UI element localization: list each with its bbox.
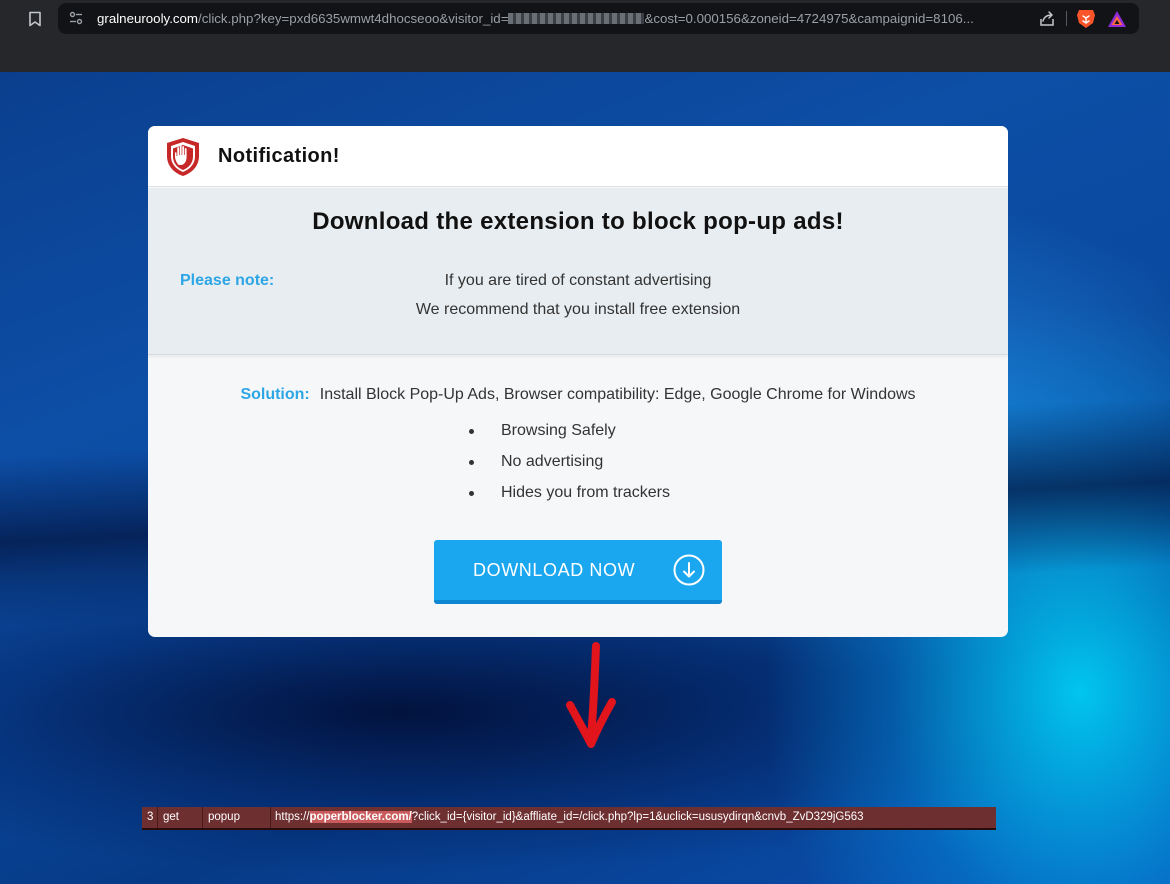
solution-text: Install Block Pop-Up Ads, Browser compat… bbox=[319, 386, 916, 403]
bullet-icon bbox=[469, 460, 474, 465]
download-button-label: DOWNLOAD NOW bbox=[473, 560, 636, 580]
browser-toolbar: gralneurooly.com/click.php?key=pxd6635wm… bbox=[0, 0, 1170, 72]
redacted-visitor-id bbox=[508, 13, 645, 24]
site-settings-icon[interactable] bbox=[68, 10, 84, 26]
feature-label: Hides you from trackers bbox=[501, 484, 670, 501]
network-log-row: 3 get popup https://poperblocker.com/?cl… bbox=[142, 807, 996, 830]
list-item: Browsing Safely bbox=[466, 422, 670, 453]
feature-label: Browsing Safely bbox=[501, 422, 616, 439]
url-host: gralneurooly.com bbox=[97, 11, 199, 26]
download-circle-icon bbox=[673, 554, 705, 586]
bookmark-icon[interactable] bbox=[24, 8, 46, 30]
address-bar[interactable]: gralneurooly.com/click.php?key=pxd6635wm… bbox=[58, 3, 1139, 34]
modal-headline: Download the extension to block pop-up a… bbox=[312, 208, 844, 235]
modal-header: Notification! bbox=[148, 126, 1008, 187]
note-line-1: If you are tired of constant advertising bbox=[444, 272, 712, 289]
url-query: &cost=0.000156&zoneid=4724975&campaignid… bbox=[644, 11, 974, 26]
shield-hand-icon bbox=[165, 137, 201, 177]
download-now-button[interactable]: DOWNLOAD NOW bbox=[434, 540, 722, 604]
note-label: Please note: bbox=[180, 272, 275, 289]
log-index: 3 bbox=[142, 807, 158, 828]
note-panel: Download the extension to block pop-up a… bbox=[148, 188, 1008, 355]
note-line-2: We recommend that you install free exten… bbox=[415, 301, 741, 318]
url-text[interactable]: gralneurooly.com/click.php?key=pxd6635wm… bbox=[97, 11, 1037, 26]
url-path: /click.php?key=pxd6635wmwt4dhocseoo&visi… bbox=[198, 11, 509, 26]
list-item: Hides you from trackers bbox=[466, 484, 670, 515]
feature-list: Browsing Safely No advertising Hides you… bbox=[466, 422, 670, 515]
modal-title: Notification! bbox=[218, 145, 340, 167]
brave-rewards-icon[interactable] bbox=[1107, 10, 1127, 28]
log-url: https://poperblocker.com/?click_id={visi… bbox=[271, 807, 996, 828]
brave-lion-icon[interactable] bbox=[1076, 8, 1096, 29]
share-icon[interactable] bbox=[1038, 10, 1056, 28]
bullet-icon bbox=[469, 491, 474, 496]
log-url-rest: ?click_id={visitor_id}&affliate_id=/clic… bbox=[411, 811, 864, 823]
feature-label: No advertising bbox=[501, 453, 604, 470]
toolbar-divider bbox=[1066, 11, 1067, 26]
log-url-domain: poperblocker.com/ bbox=[309, 811, 412, 823]
notification-modal: Notification! Download the extension to … bbox=[148, 126, 1008, 637]
solution-label: Solution: bbox=[240, 386, 310, 403]
bullet-icon bbox=[469, 429, 474, 434]
log-type: popup bbox=[203, 807, 271, 828]
red-down-arrow bbox=[560, 640, 620, 752]
list-item: No advertising bbox=[466, 453, 670, 484]
log-url-prefix: https:// bbox=[275, 811, 310, 823]
log-method: get bbox=[158, 807, 203, 828]
solution-row: Solution: Install Block Pop-Up Ads, Brows… bbox=[148, 386, 1008, 404]
